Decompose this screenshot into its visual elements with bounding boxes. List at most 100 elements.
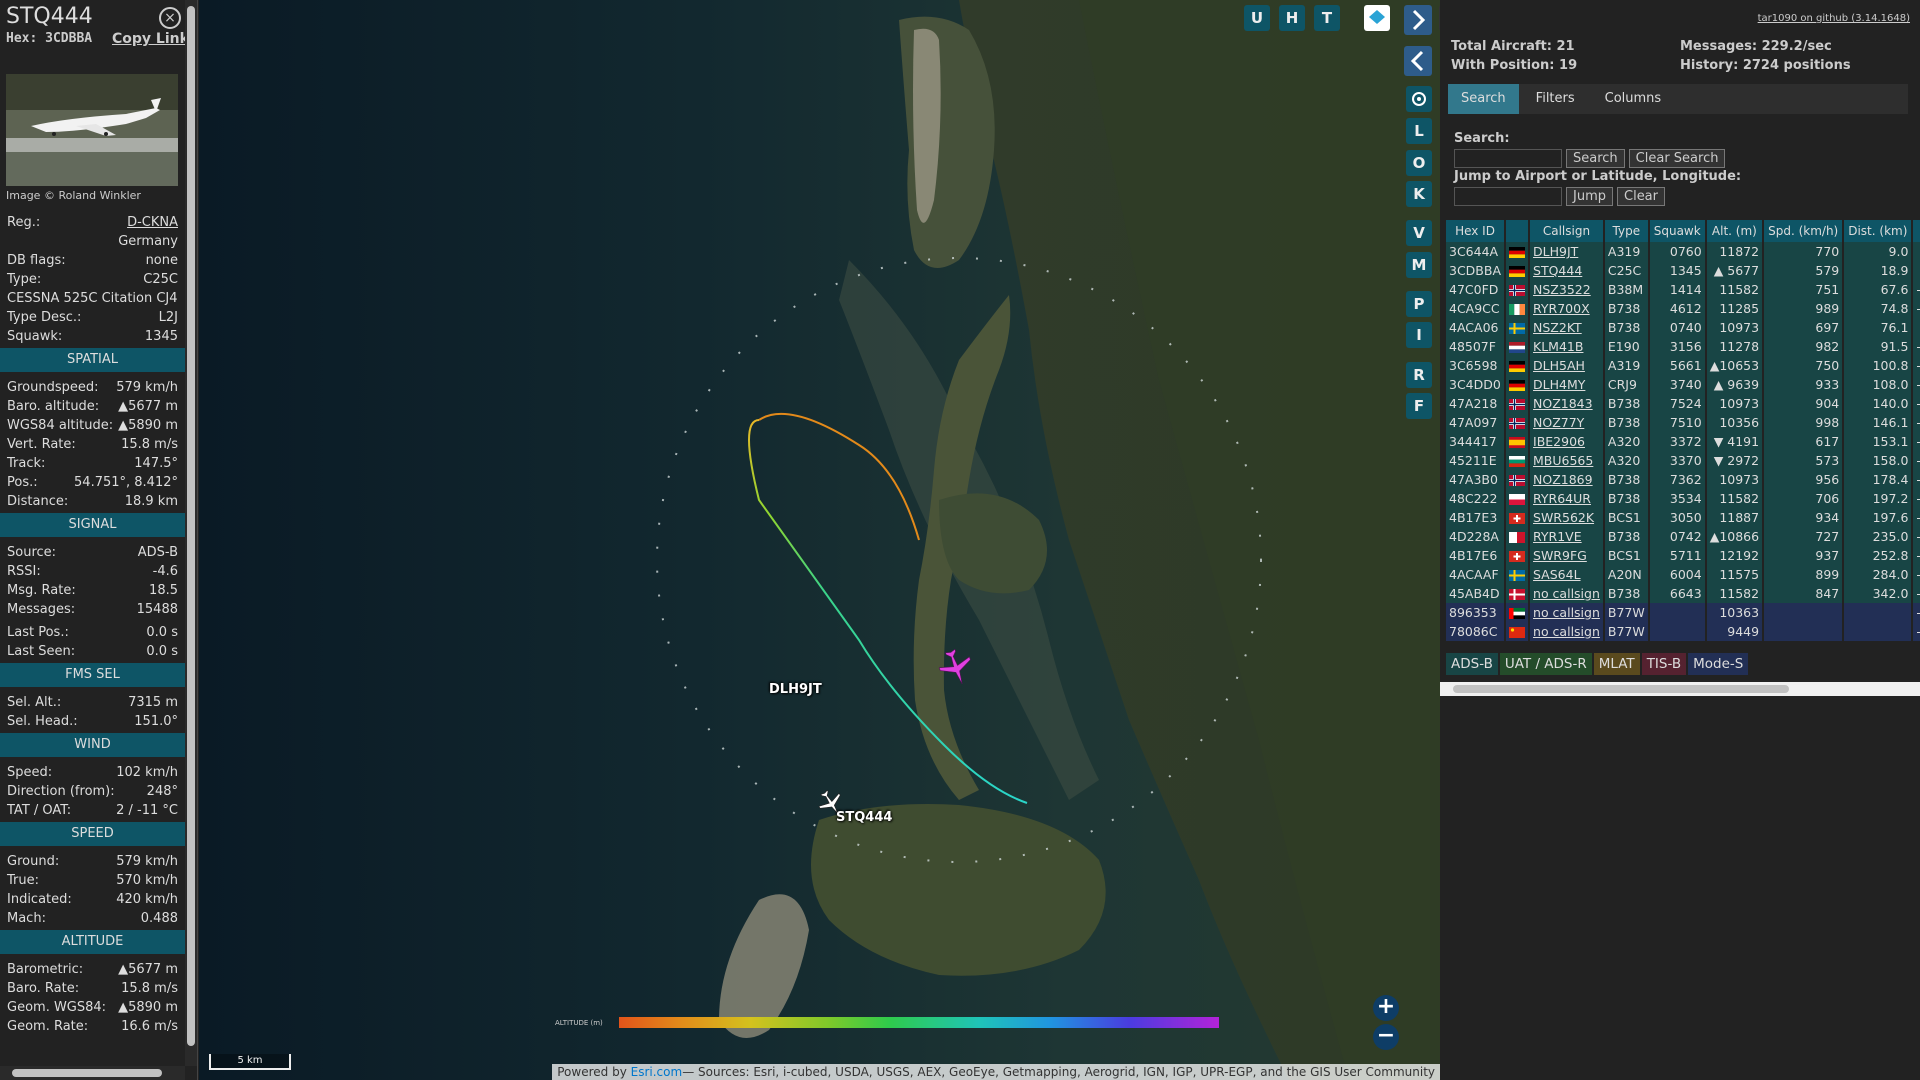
callsign-link[interactable]: NSZ3522	[1533, 282, 1591, 297]
callsign-link[interactable]: RYR1VE	[1533, 529, 1582, 544]
version-link[interactable]: tar1090 on github (3.14.1648)	[1758, 13, 1910, 24]
table-row[interactable]: 4D228A RYR1VE B7380742▲10866727235.0-21.5	[1446, 527, 1920, 546]
scrollbar-thumb[interactable]	[12, 1069, 162, 1077]
column-header[interactable]: Spd. (km/h)	[1763, 220, 1845, 242]
aircraft-label-dlh9jt[interactable]: DLH9JT	[769, 682, 822, 697]
layer-r-button[interactable]: R	[1406, 362, 1432, 388]
toolbar-t-button[interactable]: T	[1314, 5, 1340, 31]
table-row[interactable]: 4CA9CC RYR700X B73846121128598974.8-11.5	[1446, 299, 1920, 318]
toolbar-u-button[interactable]: U	[1244, 5, 1270, 31]
callsign-link[interactable]: DLH4MY	[1533, 377, 1585, 392]
table-row[interactable]: 47A3B0 NOZ1869 B738736210973956178.4-20.2	[1446, 470, 1920, 489]
copy-link-button[interactable]: Copy Link	[112, 31, 185, 47]
table-row[interactable]: 47A097 NOZ77Y B738751010356998146.1-23.4	[1446, 413, 1920, 432]
table-row[interactable]: 47A218 NOZ1843 B738752410973904140.0-18.5	[1446, 394, 1920, 413]
aircraft-label-stq444[interactable]: STQ444	[836, 810, 892, 825]
jump-input[interactable]	[1454, 186, 1562, 206]
table-row[interactable]: 78086C no callsignB77W 9449 -29.0	[1446, 622, 1920, 641]
callsign-link[interactable]: SWR9FG	[1533, 548, 1587, 563]
search-input[interactable]	[1454, 148, 1562, 168]
left-panel-vertical-scrollbar[interactable]	[185, 0, 197, 1066]
callsign-link[interactable]: NOZ1869	[1533, 472, 1593, 487]
column-header[interactable]: Squawk	[1648, 220, 1707, 242]
clear-jump-button[interactable]: Clear	[1617, 186, 1665, 206]
callsign-link[interactable]: no callsign	[1533, 586, 1600, 601]
tab-filters[interactable]: Filters	[1523, 84, 1588, 114]
callsign-link[interactable]: NOZ77Y	[1533, 415, 1584, 430]
callsign-link[interactable]: DLH5AH	[1533, 358, 1585, 373]
callsign-link[interactable]: MBU6565	[1533, 453, 1593, 468]
settings-button[interactable]	[1406, 86, 1432, 112]
callsign-link[interactable]: RYR64UR	[1533, 491, 1591, 506]
scrollbar-thumb[interactable]	[1453, 685, 1789, 693]
tab-columns[interactable]: Columns	[1592, 84, 1675, 114]
callsign-link[interactable]: RYR700X	[1533, 301, 1590, 316]
layer-m-button[interactable]: M	[1406, 252, 1432, 278]
table-row[interactable]: 3CDBBA STQ444 C25C1345▲ 567757918.9-4.6	[1446, 261, 1920, 280]
table-row[interactable]: 4ACAAF SAS64L A20N600411575899284.0-23.5	[1446, 565, 1920, 584]
section-heading[interactable]: FMS SEL	[0, 663, 185, 687]
callsign-link[interactable]: SAS64L	[1533, 567, 1581, 582]
clear-search-button[interactable]: Clear Search	[1628, 148, 1726, 168]
layer-o-button[interactable]: O	[1406, 150, 1432, 176]
collapse-panel-button[interactable]	[1404, 46, 1432, 76]
callsign-link[interactable]: NSZ2KT	[1533, 320, 1582, 335]
left-panel-horizontal-scrollbar[interactable]	[0, 1066, 185, 1080]
table-row[interactable]: 3C6598 DLH5AH A3195661▲10653750100.8-11.2	[1446, 356, 1920, 375]
table-row[interactable]: 4ACA06 NSZ2KT B73807401097369776.1-4.0	[1446, 318, 1920, 337]
zoom-out-button[interactable]: −	[1373, 1024, 1399, 1050]
attribution-link[interactable]: Esri.com	[631, 1065, 683, 1079]
callsign-link[interactable]: NOZ1843	[1533, 396, 1593, 411]
table-row[interactable]: 3C4DD0 DLH4MY CRJ93740▲ 9639933108.0-16.1	[1446, 375, 1920, 394]
aircraft-dlh9jt-icon[interactable]	[936, 647, 976, 687]
column-header[interactable]	[1505, 220, 1531, 242]
layer-k-button[interactable]: K	[1406, 181, 1432, 207]
column-header[interactable]: Callsign	[1529, 220, 1605, 242]
table-row[interactable]: 344417 IBE2906 A3203372▼ 4191617153.1-22.3	[1446, 432, 1920, 451]
layers-button[interactable]	[1364, 5, 1390, 31]
close-icon[interactable]: ×	[159, 7, 181, 29]
scrollbar-thumb[interactable]	[187, 6, 195, 1046]
callsign-link[interactable]: KLM41B	[1533, 339, 1583, 354]
tab-search[interactable]: Search	[1448, 84, 1519, 114]
column-header[interactable]: Hex ID	[1446, 220, 1507, 242]
table-row[interactable]: 45211E MBU6565 A3203370▼ 2972573158.0-24.6	[1446, 451, 1920, 470]
layer-p-button[interactable]: P	[1406, 291, 1432, 317]
column-header[interactable]: Dist. (km)	[1843, 220, 1914, 242]
callsign-link[interactable]: no callsign	[1533, 605, 1600, 620]
column-header[interactable]: RSSI	[1912, 220, 1920, 242]
table-row[interactable]: 48C222 RYR64UR B738353411582706197.2-23.5	[1446, 489, 1920, 508]
table-row[interactable]: 48507F KLM41B E19031561127898291.5-24.0	[1446, 337, 1920, 356]
zoom-in-button[interactable]: +	[1373, 995, 1399, 1021]
callsign-link[interactable]: IBE2906	[1533, 434, 1585, 449]
callsign-link[interactable]: no callsign	[1533, 624, 1600, 639]
map-view[interactable]: DLH9JT STQ444 U H T L O K V M P I R F + …	[199, 0, 1440, 1080]
aircraft-photo[interactable]	[6, 74, 178, 186]
registration-link[interactable]: D-CKNA	[127, 213, 178, 232]
jump-button[interactable]: Jump	[1566, 186, 1613, 206]
section-heading[interactable]: SIGNAL	[0, 513, 185, 537]
table-row[interactable]: 45AB4D no callsignB738664311582847342.0-2…	[1446, 584, 1920, 603]
search-button[interactable]: Search	[1566, 148, 1625, 168]
column-header[interactable]: Type	[1603, 220, 1650, 242]
layer-i-button[interactable]: I	[1406, 322, 1432, 348]
expand-panel-button[interactable]	[1404, 5, 1432, 35]
layer-f-button[interactable]: F	[1406, 393, 1432, 419]
callsign-link[interactable]: SWR562K	[1533, 510, 1594, 525]
callsign-link[interactable]: STQ444	[1533, 263, 1582, 278]
section-heading[interactable]: SPEED	[0, 822, 185, 846]
table-row[interactable]: 4B17E3 SWR562K BCS1305011887934197.6-20.4	[1446, 508, 1920, 527]
table-row[interactable]: 896353 no callsignB77W 10363 -24.6	[1446, 603, 1920, 622]
column-header[interactable]: Alt. (m)	[1705, 220, 1765, 242]
layer-l-button[interactable]: L	[1406, 118, 1432, 144]
table-horizontal-scrollbar[interactable]	[1440, 682, 1920, 696]
section-heading[interactable]: ALTITUDE	[0, 930, 185, 954]
table-row[interactable]: 4B17E6 SWR9FG BCS1571112192937252.8-25.2	[1446, 546, 1920, 565]
callsign-link[interactable]: DLH9JT	[1533, 244, 1578, 259]
table-row[interactable]: 3C644A DLH9JT A3190760118727709.0-2.9	[1446, 242, 1920, 261]
toolbar-h-button[interactable]: H	[1279, 5, 1305, 31]
section-heading[interactable]: SPATIAL	[0, 348, 185, 372]
table-row[interactable]: 47C0FD NSZ3522 B38M14141158275167.6-22.5	[1446, 280, 1920, 299]
layer-v-button[interactable]: V	[1406, 220, 1432, 246]
section-heading[interactable]: WIND	[0, 733, 185, 757]
